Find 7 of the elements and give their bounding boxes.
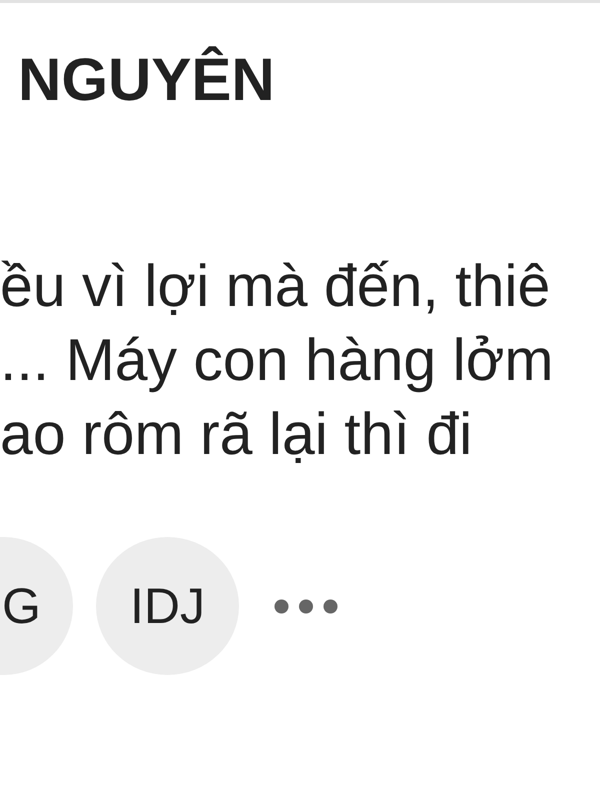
post-text: ... Máy con hàng lởm	[0, 326, 554, 395]
more-icon[interactable]	[274, 598, 338, 614]
tag-chip[interactable]: G	[0, 537, 73, 675]
profile-name: NGUYÊN	[17, 45, 275, 115]
tag-chip[interactable]: IDJ	[96, 537, 239, 675]
post-text: ao rôm rã lại thì đi	[0, 400, 472, 469]
post-text: ều vì lợi mà đến, thiê	[0, 252, 550, 321]
